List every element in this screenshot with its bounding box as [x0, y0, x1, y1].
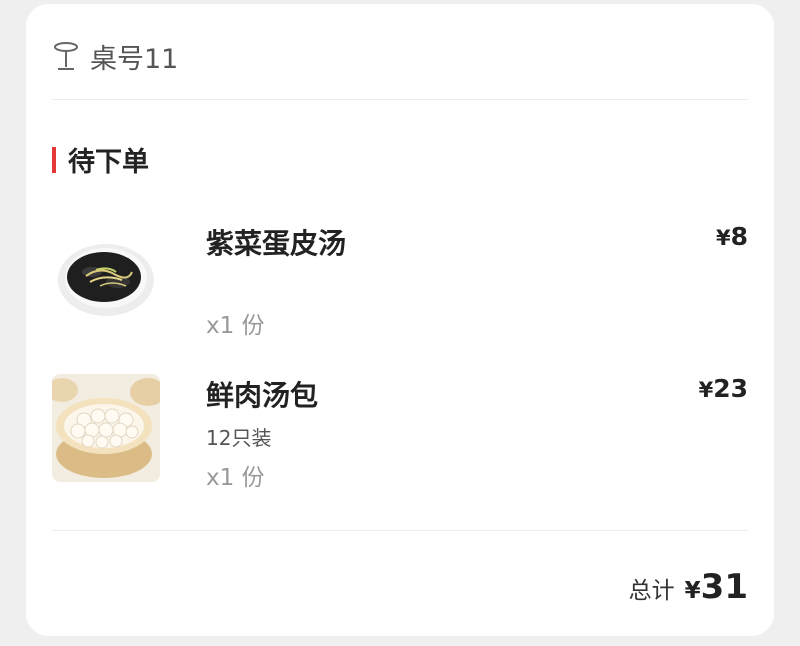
section-header: 待下单 [52, 140, 149, 179]
item-quantity: x1 份 [206, 465, 265, 491]
list-item[interactable]: 紫菜蛋皮汤 x1 份 ¥8 [52, 222, 748, 339]
item-spec: 12只装 [206, 426, 272, 450]
item-price: ¥8 [716, 222, 748, 251]
table-number: 桌号11 [90, 44, 179, 75]
item-name: 鲜肉汤包 [206, 379, 319, 412]
section-accent-bar [52, 146, 56, 173]
total-currency: ¥ [684, 578, 701, 604]
section-title: 待下单 [68, 147, 149, 178]
divider [52, 99, 748, 100]
order-total: 总计 ¥ 31 [629, 567, 748, 607]
total-label: 总计 [628, 578, 675, 604]
item-price-value: 23 [713, 374, 748, 403]
list-item[interactable]: 鲜肉汤包 12只装 x1 份 ¥23 [52, 374, 748, 491]
table-icon [54, 41, 78, 70]
currency-symbol: ¥ [698, 378, 714, 402]
item-image-soup-dumplings [52, 374, 160, 482]
divider [52, 530, 748, 531]
item-name: 紫菜蛋皮汤 [206, 227, 347, 260]
item-image-seaweed-soup [52, 222, 160, 330]
item-price: ¥23 [699, 374, 748, 403]
total-amount: 31 [700, 567, 748, 607]
table-header: 桌号11 [52, 37, 178, 76]
item-quantity: x1 份 [206, 313, 265, 339]
order-card: 桌号11 待下单 紫菜蛋皮汤 x1 份 ¥8 鲜肉汤包 12只装 x1 份 ¥2… [26, 4, 774, 636]
item-price-value: 8 [730, 222, 748, 251]
currency-symbol: ¥ [715, 226, 731, 250]
